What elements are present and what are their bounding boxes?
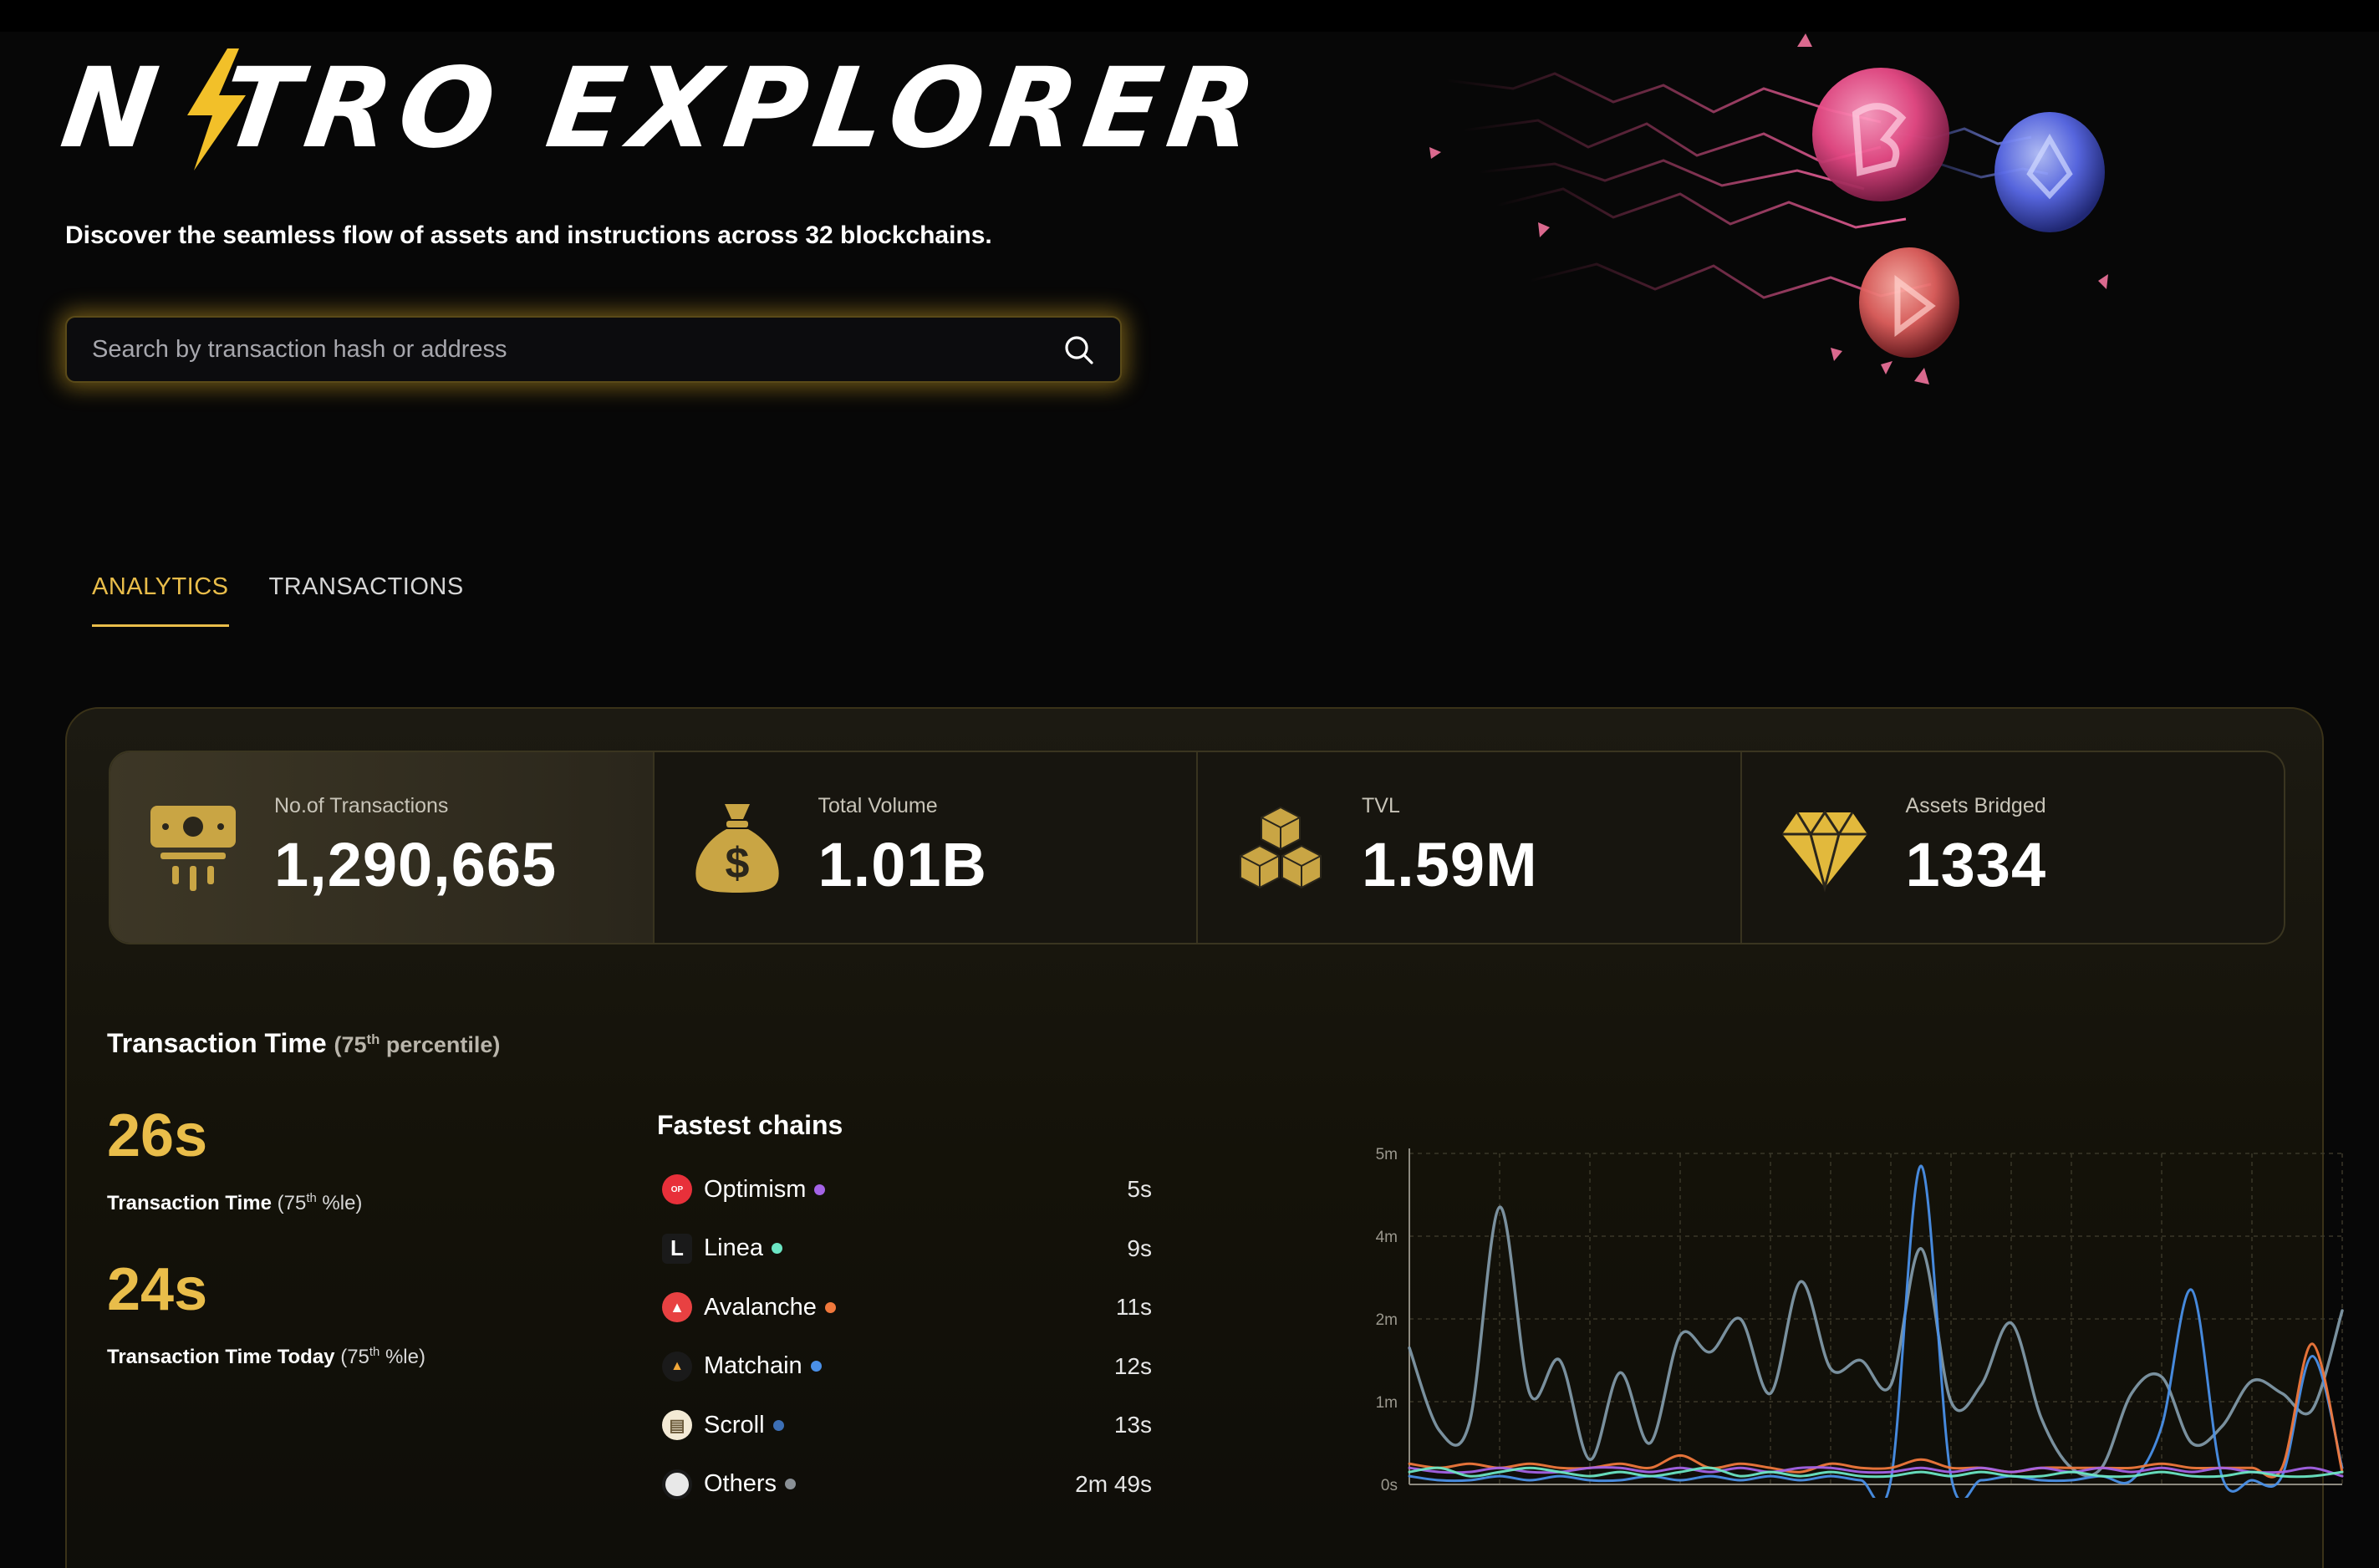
search-bar[interactable] xyxy=(65,316,1122,383)
legend-dot xyxy=(771,1243,782,1255)
chain-time: 12s xyxy=(1113,1352,1152,1379)
legend-dot xyxy=(785,1479,797,1490)
analytics-panel: No.of Transactions 1,290,665 $ Total Vol… xyxy=(65,707,2362,1568)
stat-value: 1,290,665 xyxy=(274,830,558,899)
tab-transactions[interactable]: TRANSACTIONS xyxy=(269,573,464,627)
y-tick-label: 4m xyxy=(1376,1229,1398,1246)
stat-label: Assets Bridged xyxy=(1905,794,2046,817)
list-item[interactable]: ▲ Matchain 12s xyxy=(662,1337,1152,1397)
stats-row: No.of Transactions 1,290,665 $ Total Vol… xyxy=(109,751,2285,944)
x-tick-label: 21 Aug xyxy=(1475,1496,1524,1498)
cash-register-icon xyxy=(150,806,236,891)
x-tick-label: 30 Aug xyxy=(1745,1496,1795,1498)
list-item[interactable]: Others 2m 49s xyxy=(662,1455,1152,1515)
transaction-time-today-value: 24s xyxy=(107,1256,208,1323)
hero-tagline: Discover the seamless flow of assets and… xyxy=(65,221,992,249)
x-tick-label: 18 Aug xyxy=(1384,1496,1434,1498)
others-logo-icon xyxy=(662,1469,692,1499)
x-tick-label: 18 Sep xyxy=(2317,1496,2362,1498)
y-tick-label: 2m xyxy=(1376,1311,1398,1329)
series-line-2 xyxy=(1408,1164,2344,1498)
linea-logo-icon: L xyxy=(662,1233,692,1264)
stat-value: 1.01B xyxy=(818,830,987,899)
search-icon[interactable] xyxy=(1062,333,1095,366)
chain-name: Matchain xyxy=(704,1352,802,1380)
list-item[interactable]: L Linea 9s xyxy=(662,1219,1152,1279)
chain-name: Optimism xyxy=(704,1175,807,1203)
tab-analytics[interactable]: ANALYTICS xyxy=(92,573,229,627)
stat-value: 1.59M xyxy=(1362,830,1538,899)
fastest-chains-title: Fastest chains xyxy=(657,1110,843,1140)
chain-name: Avalanche xyxy=(704,1293,817,1321)
diamond-icon xyxy=(1781,810,1867,893)
x-tick-label: 1 Sep xyxy=(1810,1496,1852,1498)
money-bag-icon: $ xyxy=(695,804,779,893)
stat-assets-bridged: Assets Bridged 1334 xyxy=(1742,752,2285,943)
stat-total-volume: $ Total Volume 1.01B xyxy=(655,752,1198,943)
lightning-bolt-icon xyxy=(187,48,246,171)
chain-name: Others xyxy=(704,1470,777,1498)
chain-time: 5s xyxy=(1127,1176,1152,1203)
list-item[interactable]: ▲ Avalanche 11s xyxy=(662,1278,1152,1337)
y-tick-label: 5m xyxy=(1376,1146,1398,1163)
list-item[interactable]: OP Optimism 5s xyxy=(662,1160,1152,1219)
chain-time: 11s xyxy=(1115,1294,1152,1321)
legend-dot xyxy=(814,1184,826,1195)
x-tick-label: 3 Sep xyxy=(1870,1496,1912,1498)
transaction-time-value: 26s xyxy=(107,1102,208,1169)
chain-time: 2m 49s xyxy=(1075,1470,1152,1497)
x-tick-label: 12 Sep xyxy=(2137,1496,2187,1498)
stat-label: Total Volume xyxy=(818,794,938,817)
list-item[interactable]: ▤ Scroll 13s xyxy=(662,1396,1152,1455)
stat-transactions: No.of Transactions 1,290,665 xyxy=(110,752,655,943)
search-input[interactable] xyxy=(92,335,1062,364)
hero-coins-illustration xyxy=(1429,33,2108,384)
optimism-logo-icon: OP xyxy=(662,1174,692,1205)
legend-dot xyxy=(810,1361,822,1372)
x-tick-label: 9 Sep xyxy=(2050,1496,2092,1498)
top-bar xyxy=(0,0,2379,32)
chain-time: 13s xyxy=(1113,1412,1152,1438)
x-tick-label: 15 Sep xyxy=(2227,1496,2277,1498)
transaction-time-label: Transaction Time (75th %le) xyxy=(107,1192,363,1214)
series-line-3 xyxy=(1408,1342,2344,1479)
x-tick-label: 7 Sep xyxy=(1990,1496,2032,1498)
fastest-chains-list: OP Optimism 5s L Linea 9s ▲ Avalanche 11… xyxy=(662,1160,1152,1514)
avalanche-logo-icon: ▲ xyxy=(662,1292,692,1323)
chain-time: 9s xyxy=(1127,1235,1152,1261)
stat-label: TVL xyxy=(1362,794,1400,817)
stat-tvl: TVL 1.59M xyxy=(1198,752,1742,943)
svg-text:$: $ xyxy=(725,839,749,888)
transaction-time-today-label: Transaction Time Today (75th %le) xyxy=(107,1346,425,1368)
transaction-time-chart: 0s 1m 2m 4m 5m 18 Aug 21 Aug 24 Aug 27 Aug 30 Aug… xyxy=(1376,1146,2362,1498)
legend-dot xyxy=(772,1419,784,1431)
scroll-logo-icon: ▤ xyxy=(662,1410,692,1441)
matchain-logo-icon: ▲ xyxy=(662,1351,692,1382)
nitro-explorer-logo[interactable]: N TRO EXPLORER xyxy=(54,42,1284,176)
chain-name: Scroll xyxy=(704,1411,765,1438)
x-tick-label: 27 Aug xyxy=(1655,1496,1704,1498)
stat-label: No.of Transactions xyxy=(274,794,449,817)
legend-dot xyxy=(824,1301,836,1313)
transaction-time-title: Transaction Time (75th percentile) xyxy=(107,1028,501,1058)
main-tabs: ANALYTICS TRANSACTIONS xyxy=(92,573,464,627)
chain-name: Linea xyxy=(704,1235,763,1262)
x-tick-label: 24 Aug xyxy=(1565,1496,1614,1498)
y-tick-label: 0s xyxy=(1381,1477,1398,1494)
y-tick-label: 1m xyxy=(1376,1394,1398,1412)
stat-value: 1334 xyxy=(1905,830,2047,899)
stacked-boxes-icon xyxy=(1240,806,1322,889)
